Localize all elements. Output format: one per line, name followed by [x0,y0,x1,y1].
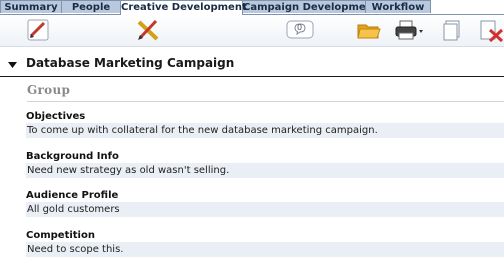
field-label-background-info: Background Info [26,151,119,162]
field-label-audience-profile: Audience Profile [26,190,119,201]
edit-icon[interactable] [26,18,50,43]
group-label: Group [27,83,504,102]
field-label-objectives: Objectives [26,111,86,122]
tab-bar: Summary People Creative Development Camp… [0,0,504,15]
comment-count: 0 [297,23,303,32]
tab-creative-development[interactable]: Creative Development [120,0,247,15]
tab-people[interactable]: People [61,0,121,13]
section-header[interactable]: Database Marketing Campaign [0,54,504,77]
tab-campaign-development[interactable]: Campaign Development [242,0,378,13]
field-value-background-info: Need new strategy as old wasn't selling. [26,163,504,178]
field-value-audience-profile: All gold customers [26,202,504,217]
field-value-competition: Need to scope this. [26,242,504,257]
toolbar: 0 [0,15,504,47]
field-value-objectives: To come up with collateral for the new d… [26,123,504,138]
field-label-competition: Competition [26,230,95,241]
tab-workflow[interactable]: Workflow [365,0,431,13]
print-icon[interactable] [393,18,425,43]
delete-icon[interactable] [478,18,504,43]
copy-icon[interactable] [441,18,463,43]
tab-summary[interactable]: Summary [0,0,62,13]
design-tools-icon[interactable] [135,18,161,43]
comment-icon[interactable]: 0 [285,20,315,45]
section-title: Database Marketing Campaign [26,56,235,70]
collapse-caret-icon[interactable] [8,62,17,68]
open-folder-icon[interactable] [356,18,382,43]
